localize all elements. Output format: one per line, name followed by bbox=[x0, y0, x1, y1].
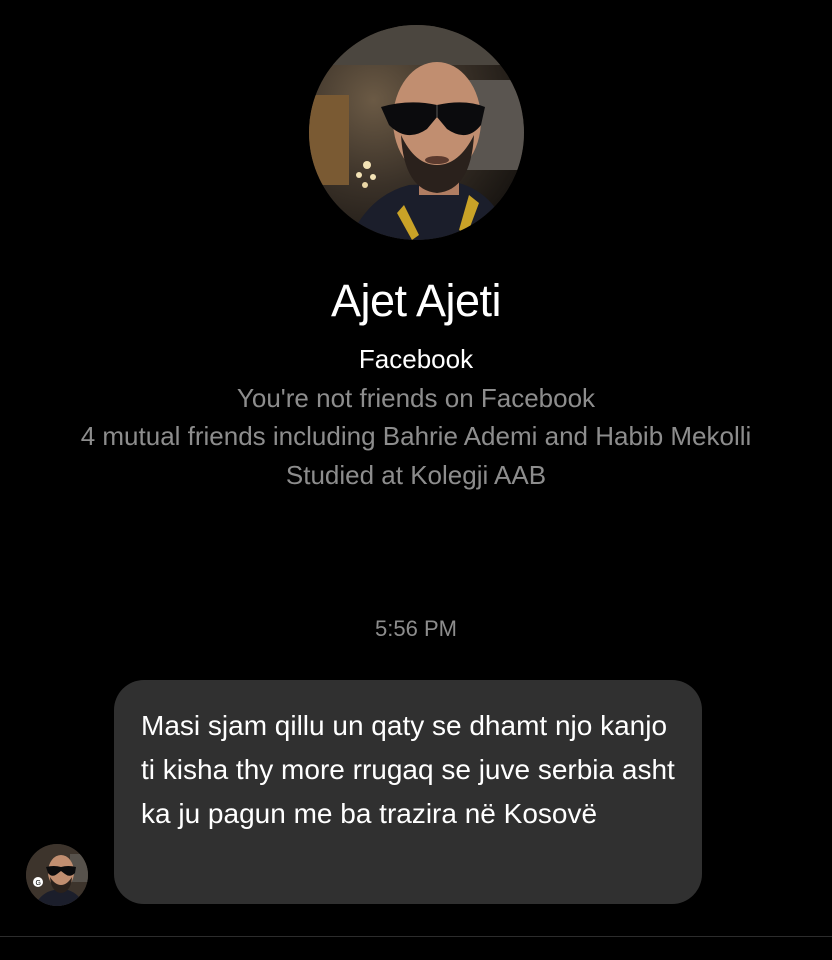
profile-source: Facebook bbox=[358, 344, 474, 374]
friend-status: You're not friends on Facebook bbox=[236, 382, 596, 413]
education-info: Studied at Kolegji AAB bbox=[285, 459, 547, 490]
svg-text:G: G bbox=[36, 880, 41, 887]
profile-photo[interactable] bbox=[309, 25, 524, 240]
message-text: Masi sjam qillu un qaty se dhamt njo kan… bbox=[141, 710, 675, 829]
divider bbox=[0, 936, 832, 937]
message-timestamp: 5:56 PM bbox=[375, 616, 457, 641]
person-photo-icon bbox=[309, 25, 524, 240]
person-photo-icon: G bbox=[26, 844, 88, 906]
profile-info: Facebook You're not friends on Facebook … bbox=[60, 340, 772, 494]
mutual-friends: 4 mutual friends including Bahrie Ademi … bbox=[80, 421, 752, 451]
profile-name: Ajet Ajeti bbox=[330, 275, 502, 326]
message-bubble[interactable]: Masi sjam qillu un qaty se dhamt njo kan… bbox=[114, 680, 702, 904]
sender-avatar[interactable]: G bbox=[26, 844, 88, 906]
